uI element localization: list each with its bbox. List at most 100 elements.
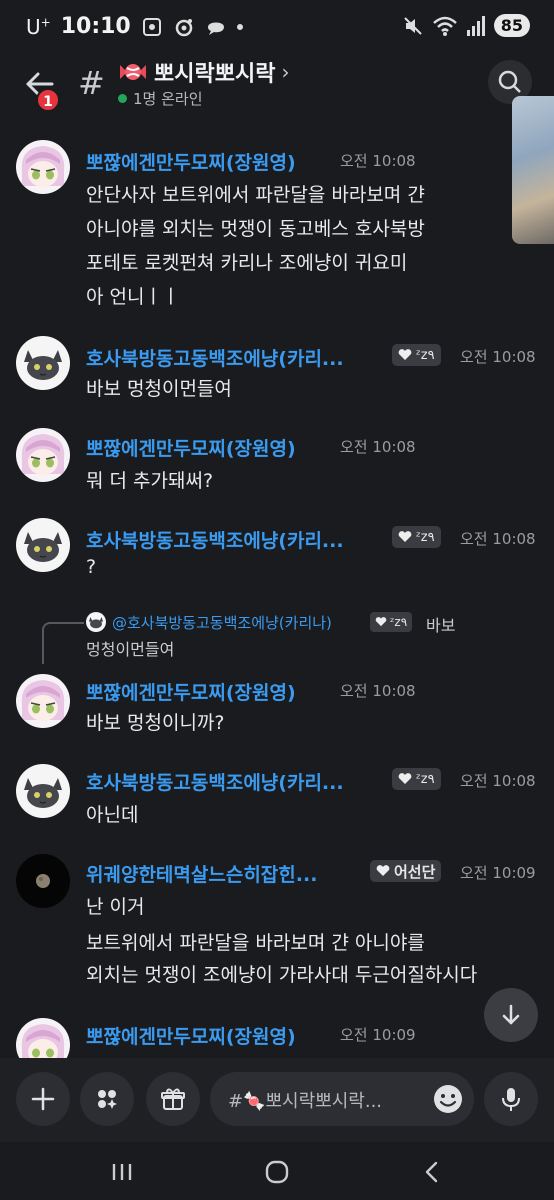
avatar[interactable] xyxy=(16,336,70,390)
chat-bubble-icon xyxy=(207,22,224,35)
heart-icon xyxy=(398,349,412,360)
notification-dot-icon xyxy=(236,23,243,30)
signal-icon xyxy=(466,15,485,36)
message-text: 바보 멍청이먼들여 xyxy=(86,378,232,400)
message-text: 아니야를 외치는 멋쟁이 동고베스 호사북방 xyxy=(86,218,425,240)
username[interactable]: 뽀짢에겐만두모찌(장원영) xyxy=(86,434,326,461)
user-tag[interactable]: 어선단 xyxy=(370,860,442,882)
arrow-down-icon xyxy=(502,1004,520,1025)
system-navigation-bar xyxy=(0,1142,554,1200)
channel-title[interactable]: 뽀시락뽀시락 › xyxy=(118,56,289,88)
username[interactable]: 호사북방동고동백조에냥(카리... xyxy=(86,526,382,553)
battery-indicator: 85 xyxy=(493,14,530,37)
pink-hair-avatar-icon xyxy=(21,1024,65,1058)
channel-hash-icon: # xyxy=(78,64,105,102)
jump-to-bottom-button[interactable] xyxy=(484,988,538,1042)
moon-avatar-icon xyxy=(36,874,50,888)
reply-avatar xyxy=(86,612,106,632)
tag-text: ᶻz٩ xyxy=(390,615,408,629)
recent-apps-icon xyxy=(112,1164,132,1180)
avatar[interactable] xyxy=(16,674,70,728)
add-attachment-button[interactable] xyxy=(16,1072,70,1126)
reply-connector xyxy=(42,622,84,664)
user-tag[interactable]: ᶻz٩ xyxy=(392,526,441,548)
tag-text: ᶻz٩ xyxy=(416,771,435,787)
username[interactable]: 위궤양한테멱살느슨히잡힌... xyxy=(86,860,356,887)
emoji-icon[interactable] xyxy=(432,1083,464,1115)
timestamp: 오전 10:08 xyxy=(340,682,416,700)
tag-text: ᶻz٩ xyxy=(416,347,435,363)
heart-icon xyxy=(398,531,412,542)
message-text: 뭐 더 추가돼써? xyxy=(86,470,214,492)
timestamp: 오전 10:08 xyxy=(460,530,536,548)
status-bar: U+ 10:10 85 xyxy=(0,0,554,56)
message-text: 아 언니ㅣㅣ xyxy=(86,286,180,308)
user-tag[interactable]: ᶻz٩ xyxy=(392,344,441,366)
sparkle-apps-icon xyxy=(98,1090,117,1109)
avatar[interactable] xyxy=(16,854,70,908)
username[interactable]: 뽀짢에겐만두모찌(장원영) xyxy=(86,148,326,175)
reply-preview-text[interactable]: 바보 xyxy=(426,612,455,636)
heart-icon xyxy=(398,773,412,784)
channel-header: 1 # 뽀시락뽀시락 › 1명 온라인 xyxy=(0,56,554,116)
recent-apps-button[interactable] xyxy=(102,1152,142,1192)
timestamp: 오전 10:08 xyxy=(340,438,416,456)
message-text: 보트위에서 파란달을 바라보며 갼 아니야를 xyxy=(86,932,425,954)
side-panel-preview[interactable] xyxy=(512,96,554,244)
user-tag[interactable]: ᶻz٩ xyxy=(392,768,441,790)
chevron-left-icon xyxy=(425,1161,438,1183)
avatar[interactable] xyxy=(16,140,70,194)
message-input-placeholder: #🍬뽀시락뽀시락... xyxy=(228,1091,383,1112)
chevron-right-icon: › xyxy=(281,60,290,84)
gift-button[interactable] xyxy=(146,1072,200,1126)
system-back-button[interactable] xyxy=(412,1152,452,1192)
gray-cat-avatar-icon xyxy=(88,617,104,629)
unread-badge: 1 xyxy=(36,88,60,112)
home-button[interactable] xyxy=(257,1152,297,1192)
avatar[interactable] xyxy=(16,518,70,572)
pink-hair-avatar-icon xyxy=(21,434,65,475)
message-composer: #🍬뽀시락뽀시락... xyxy=(0,1058,554,1142)
timestamp: 오전 10:08 xyxy=(340,152,416,170)
timestamp: 오전 10:08 xyxy=(460,772,536,790)
message-text: 아닌데 xyxy=(86,804,139,826)
message-text: 포테토 로켓펀쳐 카리나 조에냥이 귀요미 xyxy=(86,252,408,274)
username[interactable]: 호사북방동고동백조에냥(카리... xyxy=(86,768,382,795)
message-input[interactable]: #🍬뽀시락뽀시락... xyxy=(210,1072,474,1126)
online-count: 1명 온라인 xyxy=(133,90,203,108)
tag-text: ᶻz٩ xyxy=(416,529,435,545)
home-icon xyxy=(265,1160,289,1184)
avatar[interactable] xyxy=(16,428,70,482)
clock: 10:10 xyxy=(60,14,131,39)
timestamp: 오전 10:09 xyxy=(460,864,536,882)
message-text: 안단사자 보트위에서 파란달을 바라보며 갼 xyxy=(86,184,425,206)
gray-cat-avatar-icon xyxy=(24,532,62,562)
timestamp: 오전 10:09 xyxy=(340,1026,416,1044)
message-text: 난 이거 xyxy=(86,896,145,918)
username[interactable]: 뽀짢에겐만두모찌(장원영) xyxy=(86,1022,326,1049)
avatar[interactable] xyxy=(16,1018,70,1058)
avatar[interactable] xyxy=(16,764,70,818)
timestamp: 오전 10:08 xyxy=(460,348,536,366)
channel-name: 뽀시락뽀시락 xyxy=(154,62,276,87)
pink-hair-avatar-icon xyxy=(21,680,65,721)
username[interactable]: 호사북방동고동백조에냥(카리... xyxy=(86,344,382,371)
reply-preview-text[interactable]: 멍청이먼들여 xyxy=(86,636,174,660)
reply-author[interactable]: @호사북방동고동백조에냥(카리나) xyxy=(112,612,332,633)
pink-hair-avatar-icon xyxy=(21,146,65,187)
heart-icon xyxy=(375,617,387,627)
tag-text: 어선단 xyxy=(394,862,436,881)
heart-icon xyxy=(376,865,390,876)
message-text: 바보 멍청이니까? xyxy=(86,712,225,734)
message-text: ? xyxy=(86,556,97,578)
wifi-icon xyxy=(432,16,457,36)
carrier-label: U+ xyxy=(26,14,51,39)
message[interactable]: 뽀짢에겐만두모찌(장원영) 오전 10:09 xyxy=(0,1018,554,1058)
voice-message-button[interactable] xyxy=(484,1072,538,1126)
apps-button[interactable] xyxy=(80,1072,134,1126)
screenshot-icon xyxy=(142,17,161,36)
microphone-icon xyxy=(502,1088,520,1111)
online-status: 1명 온라인 xyxy=(118,88,203,109)
candy-emoji-icon xyxy=(120,64,146,80)
username[interactable]: 뽀짢에겐만두모찌(장원영) xyxy=(86,678,326,705)
